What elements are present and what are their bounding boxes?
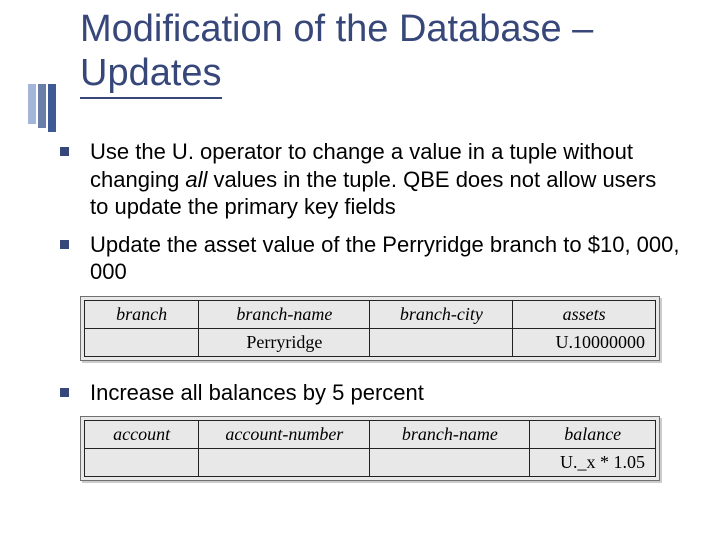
qbe-table-1: branch branch-name branch-city assets Pe… — [84, 300, 656, 357]
table-row: Perryridge U.10000000 — [85, 328, 656, 356]
table-cell — [370, 449, 530, 477]
qbe-table-1-wrap: branch branch-name branch-city assets Pe… — [80, 296, 660, 361]
table-cell — [199, 449, 370, 477]
table-cell: U._x * 1.05 — [530, 449, 656, 477]
table-header: branch-city — [370, 300, 513, 328]
qbe-table-2-wrap: account account-number branch-name balan… — [80, 416, 660, 481]
title-line-2: Updates — [80, 52, 222, 100]
table-cell — [85, 328, 199, 356]
bullet-list: Use the U. operator to change a value in… — [60, 138, 680, 286]
table-cell — [370, 328, 513, 356]
title-accent-bars — [28, 84, 56, 132]
bullet-1-italic: all — [185, 167, 207, 192]
bullet-2: Update the asset value of the Perryridge… — [60, 231, 680, 286]
title-line-1: Modification of the Database – — [80, 8, 593, 50]
table-row: U._x * 1.05 — [85, 449, 656, 477]
bullet-3-text: Increase all balances by 5 percent — [90, 380, 424, 405]
table-header: branch — [85, 300, 199, 328]
table-header: account — [85, 421, 199, 449]
table-header: branch-name — [199, 300, 370, 328]
slide-title: Modification of the Database – Updates — [80, 8, 700, 99]
bullet-list-2: Increase all balances by 5 percent — [60, 379, 680, 407]
bullet-3: Increase all balances by 5 percent — [60, 379, 680, 407]
bullet-2-text: Update the asset value of the Perryridge… — [90, 232, 680, 285]
table-cell: Perryridge — [199, 328, 370, 356]
table-row: account account-number branch-name balan… — [85, 421, 656, 449]
table-header: branch-name — [370, 421, 530, 449]
table-header: account-number — [199, 421, 370, 449]
table-cell — [85, 449, 199, 477]
table-header: balance — [530, 421, 656, 449]
table-cell: U.10000000 — [513, 328, 656, 356]
slide: Modification of the Database – Updates U… — [0, 0, 720, 540]
table-row: branch branch-name branch-city assets — [85, 300, 656, 328]
slide-body: Use the U. operator to change a value in… — [60, 138, 680, 499]
table-header: assets — [513, 300, 656, 328]
qbe-table-2: account account-number branch-name balan… — [84, 420, 656, 477]
bullet-1: Use the U. operator to change a value in… — [60, 138, 680, 221]
